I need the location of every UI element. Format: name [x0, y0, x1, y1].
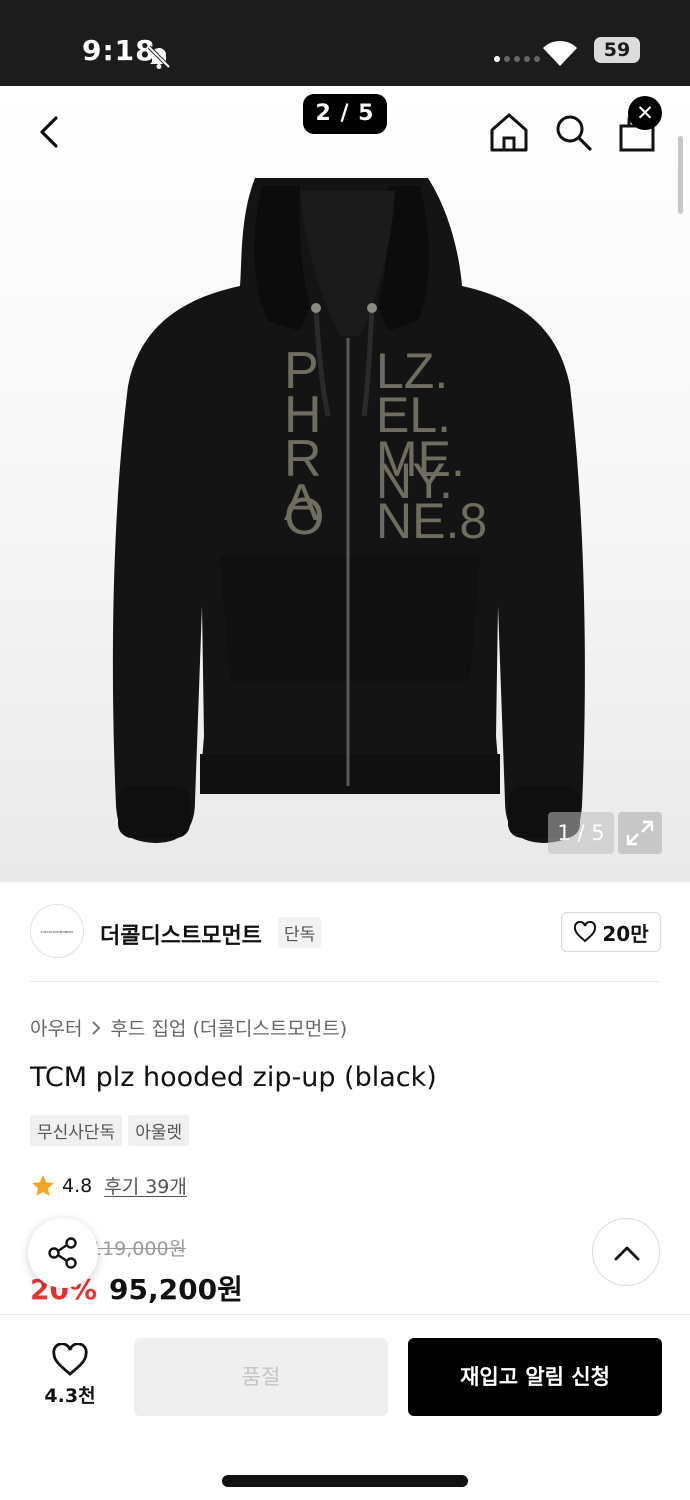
search-icon[interactable]: [552, 110, 594, 154]
wifi-icon: [543, 40, 577, 66]
heart-icon: [52, 1343, 88, 1376]
tag-outlet: 아울렛: [128, 1115, 190, 1146]
original-price: 119,000원: [90, 1238, 187, 1260]
home-icon[interactable]: [488, 110, 530, 154]
share-button[interactable]: [28, 1218, 98, 1288]
breadcrumb-subcategory[interactable]: 후드 집업 (더콜디스트모먼트): [110, 1014, 347, 1041]
home-indicator: [222, 1475, 468, 1487]
expand-icon[interactable]: [618, 812, 662, 854]
rating-value: 4.8: [62, 1174, 93, 1197]
battery-indicator: 59: [594, 37, 640, 63]
restock-alert-button[interactable]: 재입고 알림 신청: [408, 1338, 662, 1416]
scroll-top-button[interactable]: [592, 1218, 660, 1286]
product-image-gallery[interactable]: P H R A O LZ. EL. ME. NY. NE.8: [0, 86, 690, 882]
back-arrow-icon[interactable]: [30, 110, 70, 154]
brand-logo-text: THECOLDISTMOMENT: [40, 930, 74, 934]
brand-row: THECOLDISTMOMENT 더콜디스트모먼트 단독 20만: [0, 882, 690, 982]
brand-like-button[interactable]: 20만: [561, 912, 661, 952]
tag-exclusive: 무신사단독: [30, 1115, 123, 1146]
brand-logo[interactable]: THECOLDISTMOMENT: [30, 904, 84, 958]
share-icon: [48, 1237, 77, 1269]
bottom-action-bar: 4.3천 품절 재입고 알림 신청: [0, 1314, 690, 1500]
scroll-indicator: [678, 136, 683, 214]
soldout-button: 품절: [134, 1338, 388, 1416]
review-link[interactable]: 후기 39개: [104, 1172, 187, 1199]
product-tags: 무신사단독 아울렛: [30, 1115, 190, 1146]
breadcrumb: 아우터 후드 집업 (더콜디스트모먼트): [30, 1014, 347, 1041]
image-counter: 1 / 5: [548, 812, 614, 854]
brand-name[interactable]: 더콜디스트모먼트: [100, 918, 262, 950]
chevron-right-icon: [92, 1020, 101, 1035]
close-icon[interactable]: ✕: [628, 96, 662, 130]
product-title: TCM plz hooded zip-up (black): [30, 1062, 437, 1093]
sale-price: 95,200원: [109, 1273, 243, 1306]
breadcrumb-category[interactable]: 아우터: [30, 1014, 82, 1041]
wishlist-button[interactable]: 4.3천: [34, 1343, 106, 1413]
brand-like-count: 20만: [602, 921, 649, 946]
chevron-up-icon: [614, 1246, 640, 1261]
hoodie-image: P H R A O LZ. EL. ME. NY. NE.8: [112, 178, 585, 843]
rating-row: 4.8 후기 39개: [30, 1172, 187, 1199]
heart-icon: [574, 921, 597, 943]
cellular-signal-icon: [494, 56, 540, 62]
bell-muted-icon: [147, 45, 171, 69]
star-icon: [32, 1174, 54, 1196]
wishlist-count: 4.3천: [44, 1385, 96, 1407]
status-bar: 9:18 59: [0, 0, 690, 86]
status-time: 9:18: [82, 34, 156, 67]
divider: [30, 981, 660, 982]
print-letter: O: [284, 488, 324, 546]
page-indicator: 2 / 5: [303, 94, 387, 134]
exclusive-badge: 단독: [278, 917, 322, 948]
print-text: NE.8: [376, 493, 487, 549]
